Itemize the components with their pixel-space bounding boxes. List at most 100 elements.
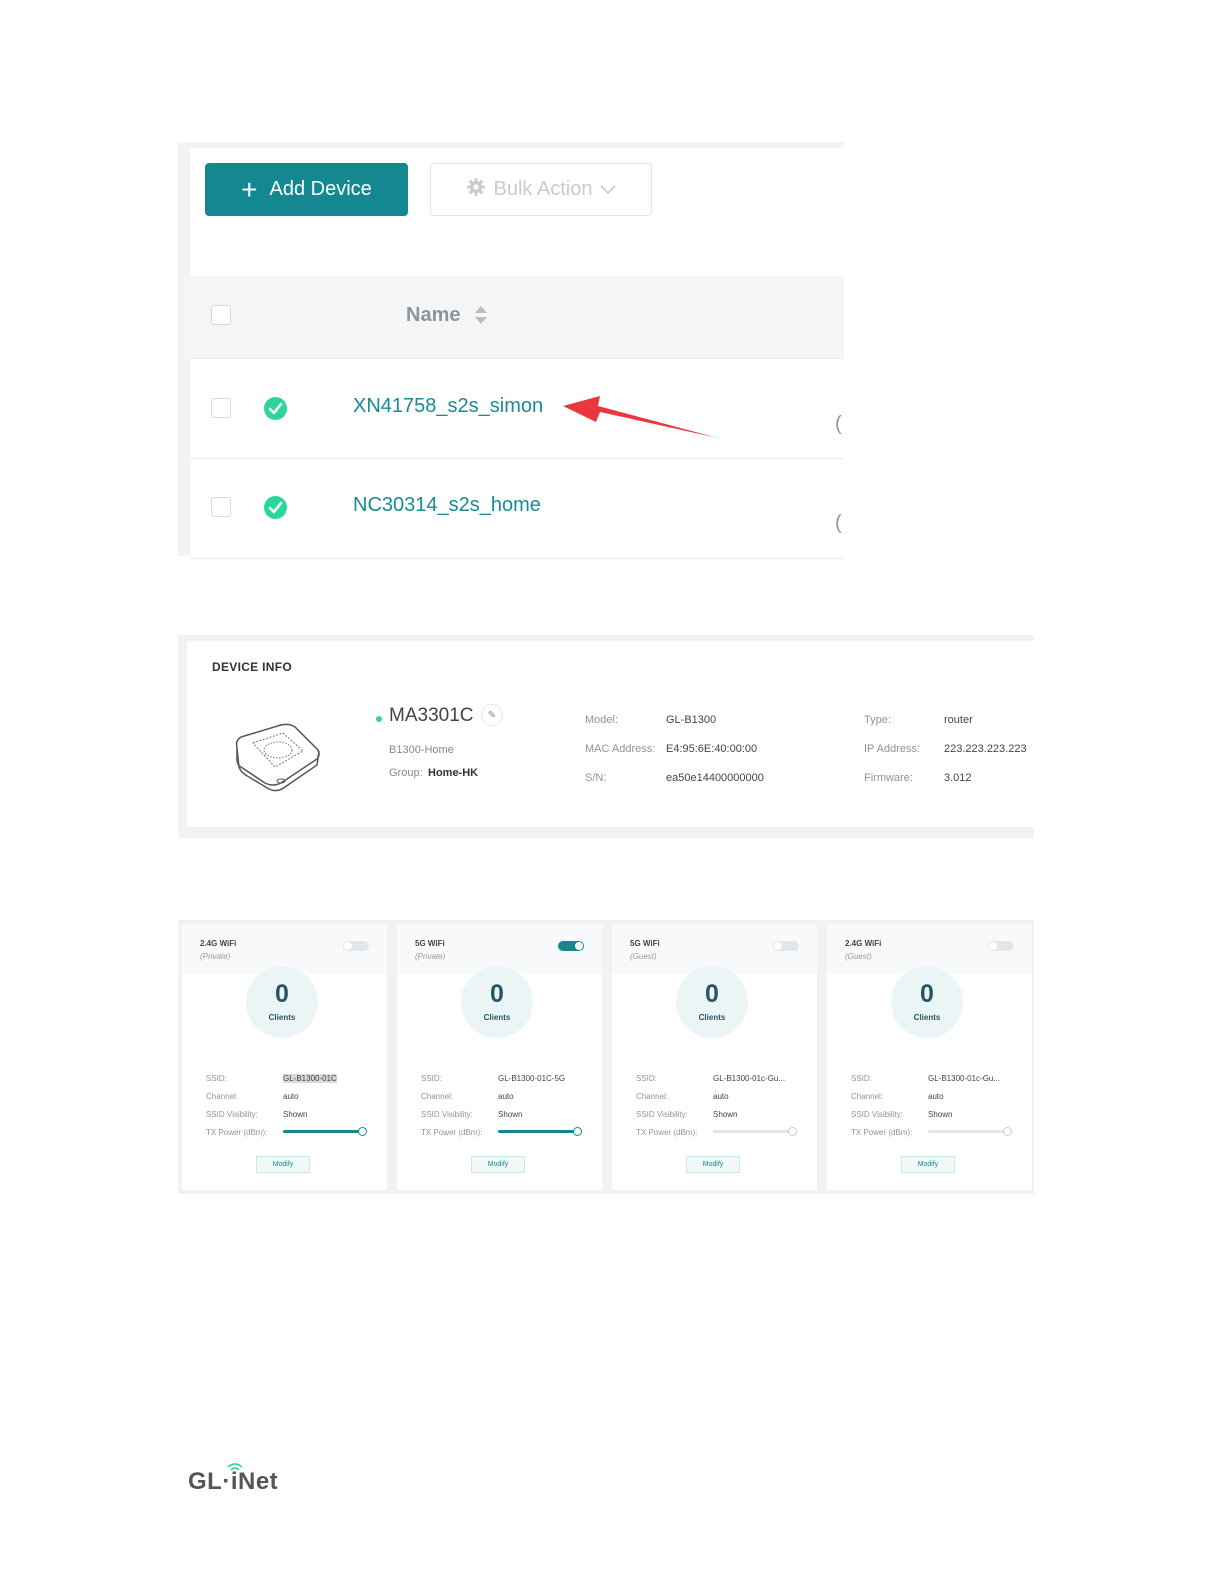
wifi-card-2g-private: 2.4G WiFi (Private) 0 Clients SSID: GL-B… [182,924,387,1190]
online-status-dot [376,716,382,722]
clients-label: Clients [698,1013,726,1022]
wifi-card-subtitle: (Guest) [845,952,872,961]
group-label: Group: [389,767,423,779]
wifi-card-subtitle: (Private) [200,952,231,961]
plus-icon: + [241,173,258,205]
wifi-panel: 2.4G WiFi (Private) 0 Clients SSID: GL-B… [178,920,1034,1194]
wifi-card-5g-guest: 5G WiFi (Guest) 0 Clients SSID: GL-B1300… [612,924,817,1190]
modify-button[interactable]: Modify [901,1156,955,1173]
slider-handle[interactable] [788,1127,797,1136]
ssid-value: GL-B1300-01C-5G [498,1074,566,1083]
annotation-arrow-icon [563,396,718,438]
clients-badge: 0 Clients [461,966,533,1038]
row-checkbox[interactable] [211,497,231,517]
table-header: Name [190,276,844,359]
clients-badge: 0 Clients [891,966,963,1038]
ssid-value: GL-B1300-01c-Gu... [713,1074,786,1083]
device-name-link[interactable]: XN41758_s2s_simon [353,395,543,418]
clients-badge: 0 Clients [676,966,748,1038]
clients-count: 0 [490,980,504,1008]
channel-label: Channel: [636,1092,669,1101]
gear-icon [466,177,486,203]
online-status-icon [264,397,287,420]
clients-label: Clients [483,1013,511,1022]
clients-label: Clients [913,1013,941,1022]
ssid-value: GL-B1300-01C [283,1074,337,1083]
select-all-checkbox[interactable] [211,305,231,325]
table-row[interactable]: NC30314_s2s_home ( [190,459,844,559]
visibility-value: Shown [498,1110,523,1119]
ssid-label: SSID: [636,1074,657,1083]
tx-power-slider[interactable] [928,1127,1012,1136]
device-info-title: DEVICE INFO [212,660,292,674]
wifi-toggle[interactable] [988,941,1014,951]
tx-power-slider[interactable] [498,1127,582,1136]
wifi-card-title: 2.4G WiFi [845,939,882,948]
wifi-toggle[interactable] [773,941,799,951]
ssid-value: GL-B1300-01c-Gu... [928,1074,1001,1083]
visibility-label: SSID Visibility: [636,1110,688,1119]
channel-value: auto [928,1092,944,1101]
clients-label: Clients [268,1013,296,1022]
clients-badge: 0 Clients [246,966,318,1038]
wifi-card-title: 5G WiFi [415,939,445,948]
modify-button[interactable]: Modify [471,1156,525,1173]
device-name-link[interactable]: NC30314_s2s_home [353,494,541,517]
clients-count: 0 [275,980,289,1008]
modify-button[interactable]: Modify [686,1156,740,1173]
modify-button[interactable]: Modify [256,1156,310,1173]
sn-value: ea50e14400000000 [666,772,764,784]
model-label: Model: [585,714,619,726]
wifi-toggle[interactable] [343,941,369,951]
truncated-cell: ( [835,512,842,534]
tx-power-slider[interactable] [283,1127,367,1136]
model-value: GL-B1300 [666,714,717,726]
add-device-button[interactable]: + Add Device [205,163,408,216]
firmware-label: Firmware: [864,772,913,784]
visibility-value: Shown [283,1110,308,1119]
channel-value: auto [713,1092,729,1101]
wifi-card-title: 5G WiFi [630,939,660,948]
name-column-header[interactable]: Name [406,304,460,327]
router-image [231,721,327,798]
edit-icon[interactable]: ✎ [481,704,503,726]
ssid-label: SSID: [851,1074,872,1083]
truncated-cell: ( [835,413,842,435]
wifi-card-subtitle: (Private) [415,952,446,961]
type-label: Type: [864,714,891,726]
device-list-panel: + Add Device Bulk Action Name XN41758_s2… [178,142,844,559]
bulk-action-button[interactable]: Bulk Action [430,163,652,216]
tx-power-label: TX Power (dBm): [421,1128,483,1137]
device-info-panel: DEVICE INFO MA3301C ✎ B1300-Home Group: … [178,635,1034,838]
row-checkbox[interactable] [211,398,231,418]
slider-handle[interactable] [1003,1127,1012,1136]
ip-value: 223.223.223.223 [944,743,1027,755]
wifi-card-5g-private: 5G WiFi (Private) 0 Clients SSID: GL-B13… [397,924,602,1190]
channel-label: Channel: [851,1092,884,1101]
tx-power-label: TX Power (dBm): [851,1128,913,1137]
channel-label: Channel: [421,1092,454,1101]
wifi-toggle[interactable] [558,941,584,951]
tx-power-slider[interactable] [713,1127,797,1136]
mac-label: MAC Address: [585,743,656,755]
channel-value: auto [498,1092,514,1101]
tx-power-label: TX Power (dBm): [206,1128,268,1137]
ssid-label: SSID: [421,1074,442,1083]
table-row[interactable]: XN41758_s2s_simon ( [190,359,844,459]
clients-count: 0 [920,980,934,1008]
visibility-label: SSID Visibility: [851,1110,903,1119]
wifi-card-title: 2.4G WiFi [200,939,237,948]
group-value: Home-HK [428,767,479,779]
channel-label: Channel: [206,1092,239,1101]
wifi-card-subtitle: (Guest) [630,952,657,961]
device-subtitle: B1300-Home [389,744,454,756]
ip-label: IP Address: [864,743,921,755]
device-name: MA3301C [389,705,474,726]
ssid-label: SSID: [206,1074,227,1083]
wifi-card-2g-guest: 2.4G WiFi (Guest) 0 Clients SSID: GL-B13… [827,924,1032,1190]
visibility-value: Shown [713,1110,738,1119]
slider-handle[interactable] [358,1127,367,1136]
slider-handle[interactable] [573,1127,582,1136]
sort-icon[interactable] [474,305,488,330]
chevron-down-icon [600,178,617,201]
